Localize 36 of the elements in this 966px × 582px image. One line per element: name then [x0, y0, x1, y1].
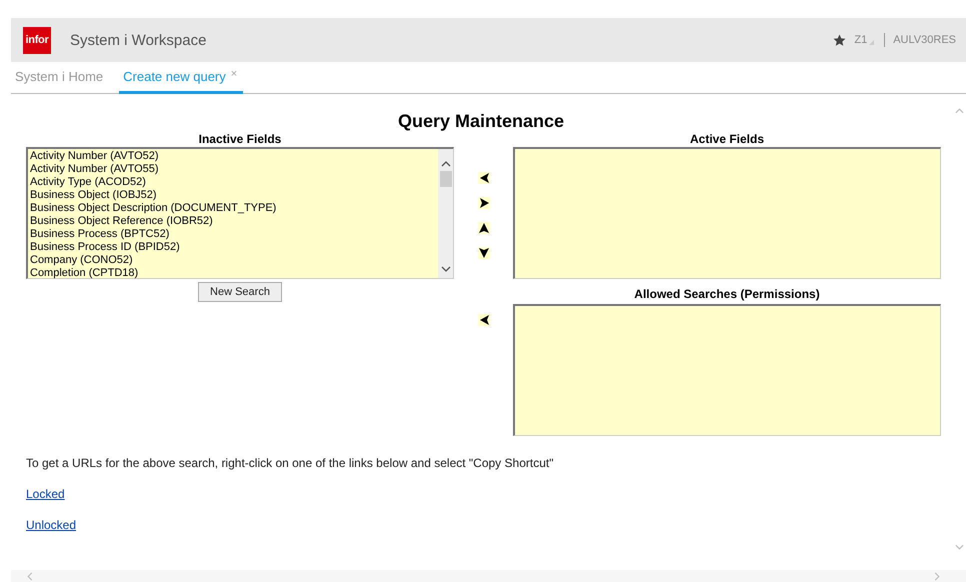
move-up-arrow-icon[interactable] — [478, 222, 490, 234]
list-heading: Active Fields — [688, 132, 766, 146]
new-search-button[interactable]: New Search — [198, 282, 282, 302]
star-icon[interactable] — [833, 34, 846, 46]
list-scrollbar[interactable] — [438, 149, 453, 278]
move-down-arrow-icon[interactable] — [478, 247, 490, 259]
active-fields-list[interactable] — [513, 147, 941, 279]
instruction-text: To get a URLs for the above search, right-click on one of the links below and select "Copy Shortcut" — [26, 456, 554, 470]
shortcut-link[interactable]: Locked — [26, 487, 65, 501]
list-heading: Allowed Searches (Permissions) — [633, 287, 821, 301]
scroll-up-icon[interactable] — [440, 161, 450, 167]
list-item[interactable]: Business Process (BPTC52) — [30, 228, 438, 241]
horizontal-scrollbar[interactable] — [11, 570, 966, 582]
logo: infor — [23, 26, 51, 54]
list-item[interactable]: Business Object Description (DOCUMENT_TYPE) — [30, 202, 438, 215]
page-title: Query Maintenance — [396, 111, 566, 131]
allowed-searches-list[interactable] — [513, 304, 941, 436]
move-left-arrow-icon[interactable] — [478, 172, 490, 184]
list-heading: Inactive Fields — [198, 132, 282, 146]
move-left-arrow-icon[interactable] — [478, 314, 490, 326]
scroll-down-icon[interactable] — [440, 266, 450, 272]
scroll-left-icon[interactable] — [27, 572, 33, 580]
scroll-right-icon[interactable] — [934, 572, 940, 580]
dropdown-icon — [869, 40, 874, 44]
list-item[interactable]: Activity Number (AVTO55) — [30, 163, 438, 176]
move-right-arrow-icon[interactable] — [478, 197, 490, 209]
list-item[interactable]: Company (CONO52) — [30, 254, 438, 267]
list-item[interactable]: Activity Type (ACOD52) — [30, 176, 438, 189]
scrollbar-thumb[interactable] — [440, 171, 452, 187]
app-title: System i Workspace — [70, 32, 206, 48]
list-item[interactable]: Business Process ID (BPID52) — [30, 241, 438, 254]
list-item[interactable]: Business Object (IOBJ52) — [30, 189, 438, 202]
shortcut-link[interactable]: Unlocked — [26, 518, 76, 532]
list-item[interactable]: Business Object Reference (IOBR52) — [30, 215, 438, 228]
list-item[interactable]: Activity Number (AVTO52) — [30, 150, 438, 163]
list-item[interactable]: Completion (CPTD18) — [30, 267, 438, 280]
